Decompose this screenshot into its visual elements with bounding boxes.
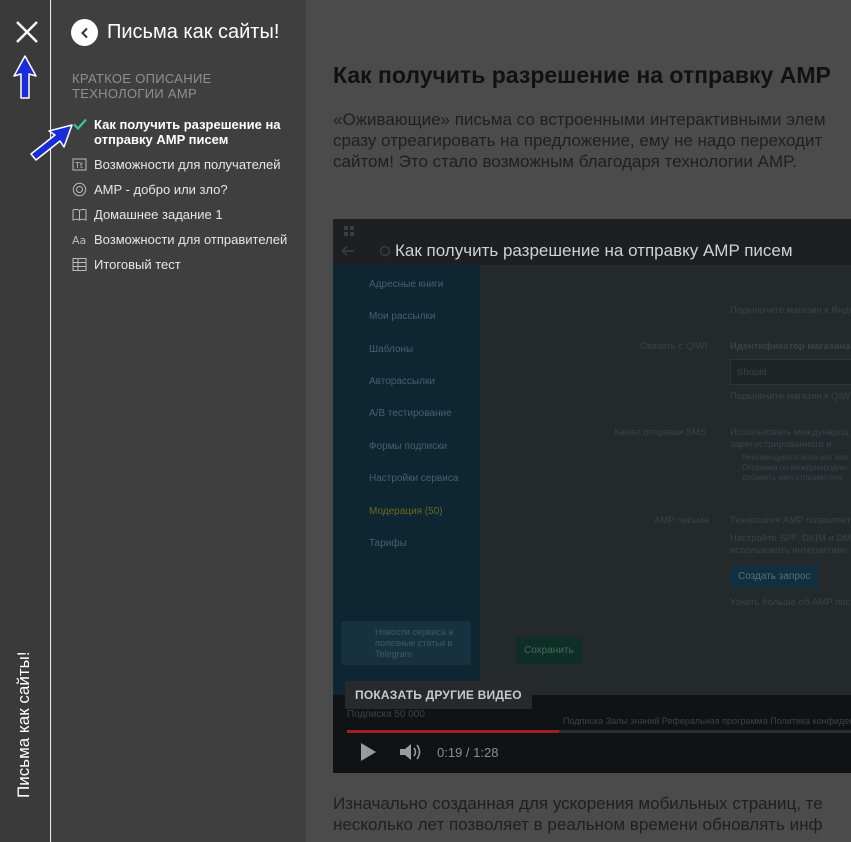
video-nav-item: Мои рассылки	[369, 311, 436, 322]
video-nav-item: Шаблоны	[369, 344, 414, 355]
back-button[interactable]	[71, 19, 98, 46]
svg-text:Tt: Tt	[74, 161, 83, 170]
article-outro: Изначально созданная для ускорения мобил…	[333, 793, 851, 835]
rail-course-title[interactable]: Письма как сайты!	[14, 578, 38, 798]
play-icon[interactable]	[359, 742, 377, 762]
video-settings-panel: Подключите магазин к Яндекс Связать с QI…	[480, 265, 851, 695]
video-learn-more: Узнать больше об AMP пис	[730, 597, 851, 608]
video-title[interactable]: Как получить разрешение на отправку AMP …	[395, 241, 793, 261]
video-player[interactable]: Как получить разрешение на отправку AMP …	[333, 219, 851, 773]
video-footer-links: Подписка Залы знаний Реферальная програм…	[563, 716, 851, 726]
lesson-item-amp-permission[interactable]: Как получить разрешение на отправку AMP …	[72, 117, 302, 147]
lesson-label: Итоговый тест	[94, 257, 181, 272]
lesson-item-senders[interactable]: Aa Возможности для отправителей	[72, 232, 302, 247]
annotation-arrow-icon	[30, 124, 73, 161]
book-icon	[72, 208, 87, 221]
lesson-label: AMP - добро или зло?	[94, 182, 228, 197]
video-progress-bar[interactable]	[347, 730, 851, 733]
video-amp-label: AMP письма	[654, 515, 710, 526]
video-nav-item: Тарифы	[369, 538, 407, 549]
video-shop-id-field: Shopld	[730, 359, 851, 385]
video-subscription-text: Подписка 50 000	[347, 709, 425, 720]
video-app-nav: Адресные книги Мои рассылки Шаблоны Авто…	[333, 265, 480, 695]
video-nav-item: Модерация (50)	[369, 506, 443, 517]
video-progress-fill	[347, 730, 560, 733]
video-amp-text: Настройте SPF, DKIM и DMA использовать и…	[730, 533, 851, 556]
volume-icon[interactable]	[399, 742, 423, 762]
lesson-label: Возможности для отправителей	[94, 232, 288, 247]
video-time: 0:19 / 1:28	[437, 745, 499, 760]
video-nav-item: A/B тестирование	[369, 408, 452, 419]
lesson-label: Возможности для получателей	[94, 157, 281, 172]
video-top-bar: Как получить разрешение на отправку AMP …	[333, 219, 851, 265]
intro-line: сразу отреагировать на предложение, ему …	[333, 131, 823, 150]
check-icon	[73, 118, 87, 131]
svg-text:Aa: Aa	[72, 234, 86, 247]
text-box-icon: Tt	[72, 158, 87, 171]
quiz-grid-icon	[72, 258, 87, 271]
article-title: Как получить разрешение на отправку AMP	[333, 62, 831, 88]
video-sms-hint: Рекомендуется если нет вои Отправка по м…	[742, 453, 849, 482]
lesson-item-recipients[interactable]: Tt Возможности для получателей	[72, 157, 302, 172]
video-nav-item: Формы подписки	[369, 441, 448, 452]
reload-icon	[379, 245, 391, 257]
section-heading: Краткое описание технологии AMP	[72, 71, 212, 101]
video-qiwi-label: Связать с QIWI	[640, 341, 708, 352]
lesson-list: Как получить разрешение на отправку AMP …	[72, 117, 302, 282]
font-icon: Aa	[72, 234, 86, 247]
outro-line: Изначально созданная для ускорения мобил…	[333, 794, 823, 813]
video-sms-option: Использовать международ зарегистрированн…	[730, 427, 849, 450]
video-sms-label: Канал отправки SMS	[614, 427, 707, 438]
video-hint: Подключите магазин к QIWI	[730, 391, 851, 402]
video-nav-item: Авторассылки	[369, 376, 435, 387]
outro-line: несколько лет позволяет в реальном време…	[333, 815, 823, 834]
intro-line: «Оживающие» письма со встроенными интера…	[333, 110, 826, 129]
video-nav-item: Адресные книги	[369, 279, 444, 290]
lesson-item-homework-1[interactable]: Домашнее задание 1	[72, 207, 302, 222]
close-icon	[16, 21, 38, 43]
intro-line: сайтом! Это стало возможным благодаря те…	[333, 152, 798, 171]
article-intro: «Оживающие» письма со встроенными интера…	[333, 109, 851, 172]
close-button[interactable]	[13, 18, 41, 46]
video-shop-id-label: Идентификатор магазина	[730, 341, 851, 352]
back-arrow-icon	[341, 245, 354, 257]
annotation-arrow-up-icon	[13, 55, 37, 99]
target-icon	[72, 182, 87, 197]
video-amp-text: Технология AMP позволяет	[730, 515, 851, 526]
course-sidebar: Письма как сайты! Краткое описание техно…	[30, 0, 306, 842]
video-save-button: Сохранить	[516, 637, 582, 664]
video-create-request-button: Создать запрос	[730, 565, 819, 588]
grid-icon	[344, 226, 354, 236]
lesson-label: Домашнее задание 1	[94, 207, 223, 222]
lesson-label: Как получить разрешение на отправку AMP …	[94, 117, 281, 147]
video-shop-id-placeholder: Shopld	[737, 367, 767, 378]
video-hint: Подключите магазин к Яндекс	[730, 305, 851, 316]
course-title: Письма как сайты!	[107, 21, 280, 43]
article-area: Как получить разрешение на отправку AMP …	[306, 0, 851, 842]
rail-title-text: Письма как сайты!	[14, 651, 33, 798]
video-nav-item: Настройки сервиса	[369, 473, 459, 484]
lesson-item-final-test[interactable]: Итоговый тест	[72, 257, 302, 272]
lesson-item-amp-good-or-evil[interactable]: AMP - добро или зло?	[72, 182, 302, 197]
chevron-left-icon	[80, 27, 88, 38]
telegram-note: Новости сервиса в полезные статьи в Tele…	[341, 621, 471, 665]
more-videos-button[interactable]: ПОКАЗАТЬ ДРУГИЕ ВИДЕО	[345, 681, 532, 709]
